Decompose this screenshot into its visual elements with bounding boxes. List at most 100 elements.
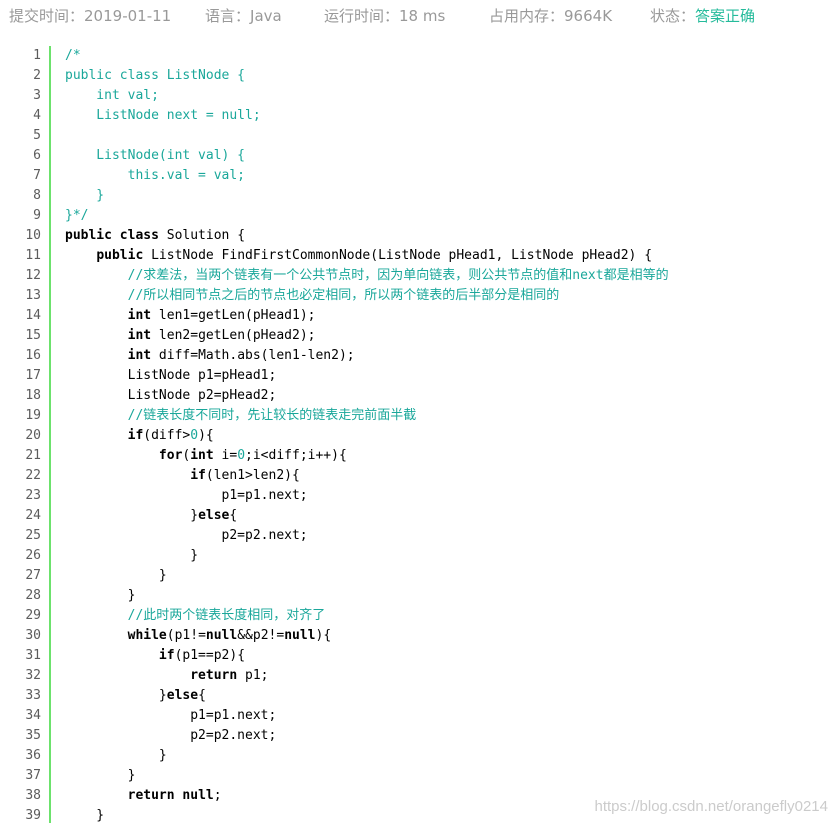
code-token: } xyxy=(65,748,167,763)
line-number: 31 xyxy=(25,648,41,663)
code-line: 36 } xyxy=(0,746,838,766)
code-text: int val; xyxy=(65,86,159,106)
code-token: p2=p2.next; xyxy=(65,728,277,743)
code-keyword: null xyxy=(205,628,238,643)
code-keyword: for xyxy=(158,448,183,463)
code-comment: ListNode(int val) { xyxy=(65,148,246,163)
code-line: 23 p1=p1.next; xyxy=(0,486,838,506)
submission-info-bar: 提交时间：2019-01-11 语言：Java 运行时间：18 ms 占用内存：… xyxy=(0,0,838,30)
code-token: (p1!= xyxy=(166,628,206,643)
code-token: (diff> xyxy=(143,428,191,443)
code-text: p1=p1.next; xyxy=(65,706,276,726)
code-token: Solution { xyxy=(158,228,246,243)
code-block: 1/* 2 public class ListNode {3 int val; 4 L… xyxy=(0,46,838,823)
line-number: 12 xyxy=(25,268,41,283)
status-label: 状态： xyxy=(650,7,696,25)
line-number: 18 xyxy=(25,388,41,403)
code-text: return p1; xyxy=(65,666,269,686)
code-text: } xyxy=(65,186,104,206)
code-token: ListNode FindFirstCommonNode(ListNode pH… xyxy=(143,248,653,263)
code-keyword: null xyxy=(284,628,316,643)
line-number: 25 xyxy=(25,528,41,543)
line-number: 16 xyxy=(25,348,41,363)
code-token: ){ xyxy=(315,628,332,643)
line-number: 21 xyxy=(25,448,41,463)
language: 语言：Java xyxy=(205,5,282,26)
line-number: 19 xyxy=(25,408,41,423)
code-token: ){ xyxy=(198,428,214,443)
code-text: //此时两个链表长度相同，对齐了 xyxy=(65,606,326,626)
code-token: p2=p2.next; xyxy=(65,528,308,543)
code-line: 27 } xyxy=(0,566,838,586)
code-comment: } xyxy=(65,188,105,203)
line-number: 22 xyxy=(25,468,41,483)
code-line: 22 if(len1>len2){ xyxy=(0,466,838,486)
code-line: 28 } xyxy=(0,586,838,606)
code-text: int len1=getLen(pHead1); xyxy=(65,306,316,326)
code-text: } xyxy=(65,746,167,766)
code-number: 0 xyxy=(237,448,246,463)
code-line: 19 //链表长度不同时，先让较长的链表走完前面半截 xyxy=(0,406,838,426)
line-number: 29 xyxy=(25,608,41,623)
code-line: 26 } xyxy=(0,546,838,566)
code-text: if(diff>0){ xyxy=(65,426,214,446)
code-line: 31 if(p1==p2){ xyxy=(0,646,838,666)
code-keyword: return xyxy=(127,788,175,803)
line-number: 1 xyxy=(33,48,41,63)
language-label: 语言： xyxy=(205,7,251,25)
code-line: 16 int diff=Math.abs(len1-len2); xyxy=(0,346,838,366)
code-comment: //此时两个链表长度相同，对齐了 xyxy=(65,608,326,623)
line-number: 37 xyxy=(25,768,41,783)
code-text: p2=p2.next; xyxy=(65,726,276,746)
code-line: 33 }else{ xyxy=(0,686,838,706)
code-token: len1=getLen(pHead1); xyxy=(151,308,316,323)
code-line: 3 int val; xyxy=(0,86,838,106)
code-comment: //所以相同节点之后的节点也必定相同，所以两个链表的后半部分是相同的 xyxy=(65,288,560,303)
code-line: 17 ListNode p1=pHead1; xyxy=(0,366,838,386)
code-comment: public class ListNode { xyxy=(65,68,246,83)
code-text: ListNode p1=pHead1; xyxy=(65,366,277,386)
code-line: 34 p1=p1.next; xyxy=(0,706,838,726)
submit-time: 提交时间：2019-01-11 xyxy=(9,5,171,26)
code-line: 37 } xyxy=(0,766,838,786)
code-keyword: while xyxy=(127,628,167,643)
code-text: } xyxy=(65,546,198,566)
line-number: 2 xyxy=(33,68,41,83)
code-text: ListNode p2=pHead2; xyxy=(65,386,277,406)
code-token: ListNode p2=pHead2; xyxy=(65,388,277,403)
code-line: 11 public ListNode FindFirstCommonNode(L… xyxy=(0,246,838,266)
status-value: 答案正确 xyxy=(695,7,756,25)
line-number: 9 xyxy=(33,208,41,223)
code-number: 0 xyxy=(190,428,199,443)
code-token: } xyxy=(65,688,167,703)
code-keyword: if xyxy=(190,468,206,483)
code-comment: }*/ xyxy=(65,208,89,223)
code-text: }*/ xyxy=(65,206,88,226)
code-text: p1=p1.next; xyxy=(65,486,308,506)
code-line: 8 } xyxy=(0,186,838,206)
code-text: public class Solution { xyxy=(65,226,245,246)
line-number: 8 xyxy=(33,188,41,203)
code-line: 29 //此时两个链表长度相同，对齐了 xyxy=(0,606,838,626)
code-line: 30 while(p1!=null&&p2!=null){ xyxy=(0,626,838,646)
line-number: 38 xyxy=(25,788,41,803)
code-keyword: if xyxy=(127,428,144,443)
code-token: p1; xyxy=(237,668,269,683)
code-comment: this.val = val; xyxy=(65,168,246,183)
line-number: 4 xyxy=(33,108,41,123)
code-text: public ListNode FindFirstCommonNode(List… xyxy=(65,246,652,266)
line-number: 10 xyxy=(25,228,41,243)
code-line: 5 xyxy=(0,126,838,146)
code-line: 2 public class ListNode { xyxy=(0,66,838,86)
code-keyword: int xyxy=(127,328,152,343)
code-text: ListNode next = null; xyxy=(65,106,260,126)
code-line: 35 p2=p2.next; xyxy=(0,726,838,746)
code-text: } xyxy=(65,806,104,823)
code-text: for(int i=0;i<diff;i++){ xyxy=(65,446,347,466)
code-keyword: return xyxy=(190,668,238,683)
